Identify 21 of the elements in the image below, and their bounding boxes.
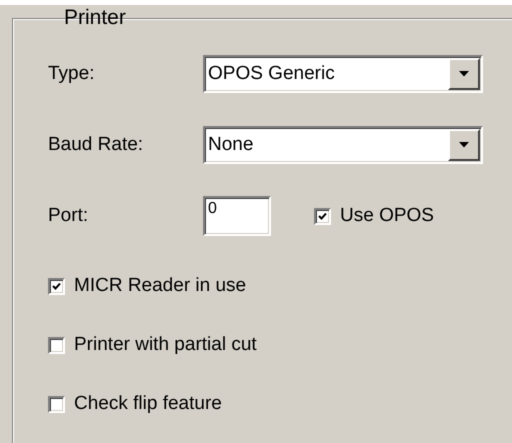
field-label: Baud Rate: [48, 134, 144, 156]
group-title: Printer [63, 6, 127, 30]
dropdown-arrow-button[interactable] [448, 129, 480, 161]
checkmark-icon [52, 282, 61, 290]
checkbox[interactable] [314, 208, 331, 224]
checkbox-label[interactable]: Printer with partial cut [74, 334, 257, 356]
dropdown[interactable]: OPOS Generic [203, 55, 483, 93]
checkbox-label[interactable]: Check flip feature [74, 393, 222, 415]
field-label: Port: [48, 205, 90, 227]
field-label: Type: [48, 63, 96, 85]
checkbox[interactable] [48, 278, 65, 294]
caret-icon [459, 142, 469, 148]
dropdown[interactable]: None [203, 126, 483, 164]
input-field[interactable]: 0 [203, 196, 271, 236]
checkmark-icon [318, 212, 327, 220]
dropdown-arrow-button[interactable] [448, 58, 480, 90]
checkbox-label[interactable]: MICR Reader in use [74, 275, 246, 297]
checkbox-label[interactable]: Use OPOS [340, 205, 434, 227]
checkbox[interactable] [48, 336, 65, 354]
caret-icon [459, 71, 469, 77]
checkbox[interactable] [48, 396, 65, 412]
